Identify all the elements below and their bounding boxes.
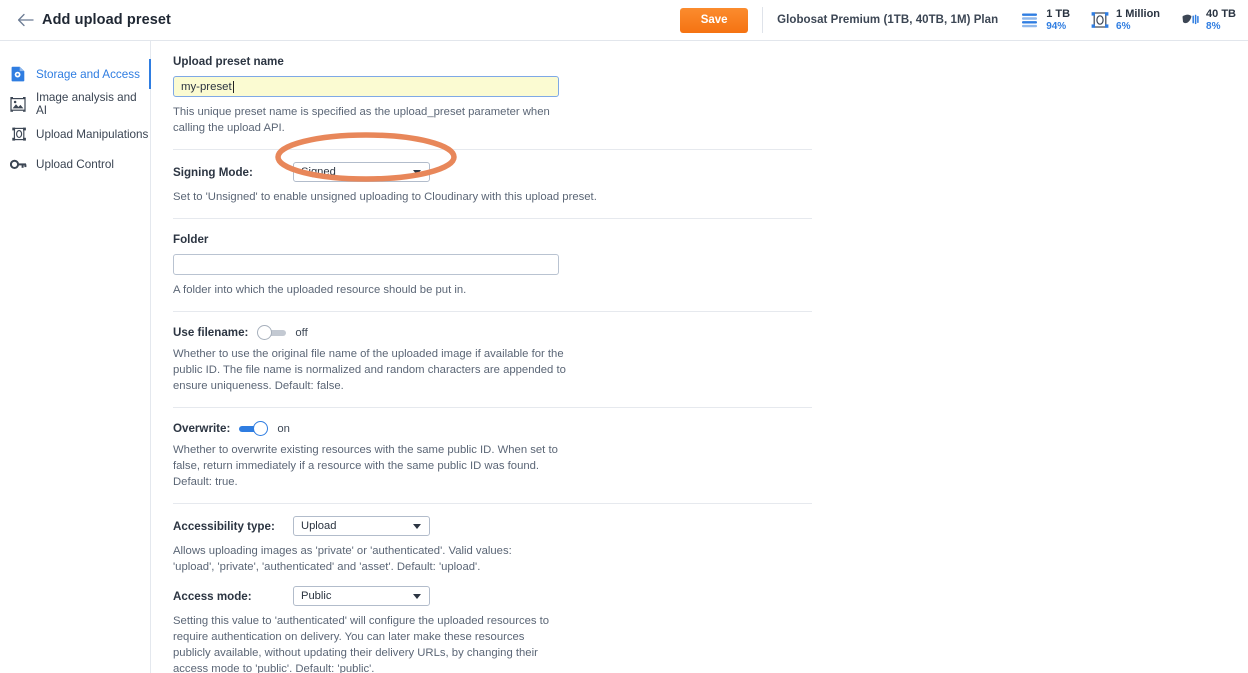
folder-description: A folder into which the uploaded resourc… bbox=[173, 284, 467, 297]
image-icon bbox=[10, 96, 27, 113]
preset-name-description: This unique preset name is specified as … bbox=[173, 106, 550, 135]
use-filename-toggle[interactable] bbox=[257, 325, 287, 341]
app-root: Add upload preset Save Globosat Premium … bbox=[0, 0, 1248, 673]
bandwidth-icon bbox=[1182, 14, 1199, 25]
sidebar-item-upload-control[interactable]: Upload Control bbox=[0, 149, 150, 179]
sidebar-item-storage-and-access[interactable]: Storage and Access bbox=[0, 59, 151, 89]
access-mode-label: Access mode: bbox=[173, 589, 252, 603]
signing-mode-label: Signing Mode: bbox=[173, 165, 253, 179]
signing-mode-value: Signed bbox=[301, 166, 336, 179]
folder-label: Folder bbox=[173, 233, 209, 247]
divider bbox=[173, 218, 812, 220]
overwrite-toggle[interactable] bbox=[239, 421, 269, 437]
divider bbox=[173, 503, 812, 505]
accessibility-type-description: Allows uploading images as 'private' or … bbox=[173, 545, 512, 574]
chevron-down-icon bbox=[413, 170, 421, 176]
file-gear-icon bbox=[10, 66, 27, 83]
sidebar-item-label: Upload Control bbox=[36, 157, 114, 171]
preset-name-value: my-preset bbox=[181, 80, 232, 93]
access-mode-value: Public bbox=[301, 590, 332, 603]
use-filename-label: Use filename: bbox=[173, 326, 249, 340]
transformations-icon bbox=[1091, 12, 1109, 28]
divider bbox=[173, 407, 812, 409]
overwrite-state: on bbox=[277, 422, 290, 435]
divider bbox=[173, 149, 812, 151]
section-signing-mode: Signing Mode: Signed Set to 'Unsigned' t… bbox=[173, 162, 812, 205]
sidebar-item-label: Image analysis and AI bbox=[35, 91, 137, 117]
section-overwrite: Overwrite: on Whether to overwrite exist… bbox=[173, 421, 812, 490]
overwrite-label: Overwrite: bbox=[173, 422, 231, 436]
section-use-filename: Use filename: off Whether to use the ori… bbox=[173, 325, 812, 394]
signing-mode-description: Set to 'Unsigned' to enable unsigned upl… bbox=[173, 191, 597, 204]
sidebar-item-label: Upload Manipulations bbox=[36, 127, 149, 141]
chevron-down-icon bbox=[413, 524, 421, 530]
sidebar-item-label: Storage and Access bbox=[36, 67, 140, 81]
header-right-cluster: Save Globosat Premium (1TB, 40TB, 1M) Pl… bbox=[680, 0, 1248, 41]
accessibility-type-label: Accessibility type: bbox=[173, 519, 275, 533]
page-title: Add upload preset bbox=[42, 12, 171, 28]
stat-bandwidth[interactable]: 40 TB 8% bbox=[1180, 8, 1236, 32]
upload-preset-form: Upload preset name my-preset This unique… bbox=[152, 55, 812, 673]
divider bbox=[173, 311, 812, 313]
text-cursor bbox=[232, 80, 234, 93]
overwrite-description: Whether to overwrite existing resources … bbox=[173, 444, 558, 489]
chevron-down-icon bbox=[413, 594, 421, 600]
plan-label: Globosat Premium (1TB, 40TB, 1M) Plan bbox=[777, 14, 999, 26]
accessibility-type-select[interactable]: Upload bbox=[293, 516, 430, 537]
access-mode-select[interactable]: Public bbox=[293, 586, 430, 607]
crop-icon bbox=[10, 126, 27, 143]
arrow-left-icon bbox=[17, 13, 34, 27]
stat-transformations[interactable]: 1 Million 6% bbox=[1090, 8, 1160, 32]
stat-percent: 8% bbox=[1206, 20, 1221, 32]
toggle-knob bbox=[257, 325, 273, 341]
save-button[interactable]: Save bbox=[680, 7, 749, 33]
access-mode-description: Setting this value to 'authenticated' wi… bbox=[173, 615, 550, 673]
accessibility-type-value: Upload bbox=[301, 520, 337, 533]
use-filename-state: off bbox=[295, 326, 308, 339]
folder-input[interactable] bbox=[173, 254, 559, 276]
back-button[interactable] bbox=[14, 9, 36, 31]
sidebar-item-upload-manipulations[interactable]: Upload Manipulations bbox=[0, 119, 150, 149]
sidebar-item-image-analysis-and-ai[interactable]: Image analysis and AI bbox=[0, 89, 150, 119]
sidebar: Storage and Access Image analysis and AI bbox=[0, 41, 151, 673]
usage-stats: 1 TB 94% 1 Million 6% 40 TB 8% bbox=[1020, 8, 1236, 32]
stat-value: 1 Million bbox=[1116, 8, 1161, 21]
use-filename-description: Whether to use the original file name of… bbox=[173, 348, 566, 393]
signing-mode-select[interactable]: Signed bbox=[293, 162, 430, 183]
header-divider bbox=[762, 7, 764, 33]
key-icon bbox=[10, 156, 27, 173]
preset-name-label: Upload preset name bbox=[173, 55, 284, 68]
stat-percent: 94% bbox=[1046, 20, 1067, 32]
section-access-mode: Access mode: Public Setting this value t… bbox=[173, 586, 812, 673]
section-accessibility-type: Accessibility type: Upload Allows upload… bbox=[173, 516, 812, 575]
stat-percent: 6% bbox=[1116, 20, 1131, 32]
stat-value: 40 TB bbox=[1206, 8, 1236, 21]
main-content: Upload preset name my-preset This unique… bbox=[152, 41, 1248, 673]
toggle-knob bbox=[253, 421, 269, 437]
section-preset-name: Upload preset name my-preset This unique… bbox=[173, 55, 812, 136]
stat-storage[interactable]: 1 TB 94% bbox=[1020, 8, 1070, 32]
stat-value: 1 TB bbox=[1046, 8, 1071, 21]
section-folder: Folder A folder into which the uploaded … bbox=[173, 233, 812, 298]
storage-icon bbox=[1022, 13, 1038, 28]
preset-name-input[interactable]: my-preset bbox=[173, 76, 559, 97]
app-header: Add upload preset Save Globosat Premium … bbox=[0, 0, 1248, 41]
